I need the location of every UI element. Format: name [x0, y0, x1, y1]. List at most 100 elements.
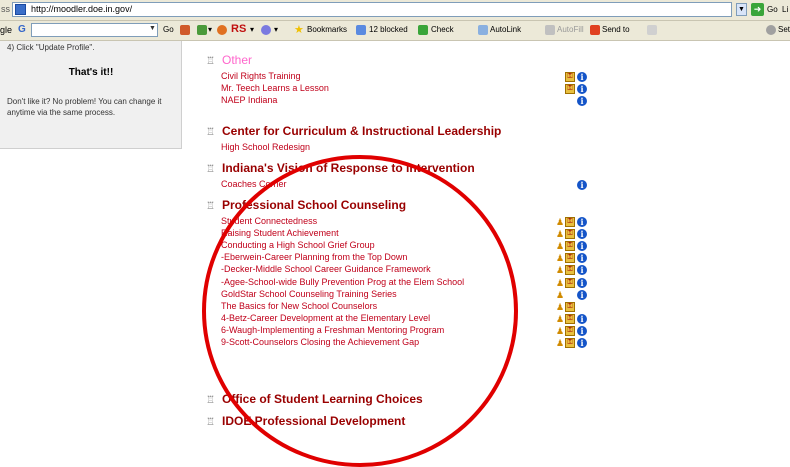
info-icon[interactable]: i — [577, 253, 587, 264]
course-link[interactable]: Civil Rights Training — [221, 71, 301, 81]
toolbar-logo-text: gle — [0, 25, 13, 35]
category-folder-icon: ♖ — [206, 164, 215, 175]
info-icon[interactable]: i — [577, 265, 587, 276]
category-label[interactable]: Other — [222, 53, 252, 67]
category-folder-icon: ♖ — [206, 56, 215, 67]
guest-access-icon: ♟ — [556, 301, 565, 312]
google-g-icon[interactable]: G — [18, 24, 26, 35]
enrolment-key-icon: ⚿ — [565, 84, 575, 95]
info-icon[interactable]: i — [577, 325, 587, 336]
info-icon[interactable]: i — [577, 84, 587, 95]
enrolment-key-icon: ⚿ — [565, 325, 575, 336]
category-folder-icon: ♖ — [206, 201, 215, 212]
spin-icon[interactable] — [217, 25, 227, 35]
bookmarks-button[interactable]: Bookmarks — [307, 25, 347, 34]
info-icon[interactable]: i — [577, 313, 587, 324]
guest-access-icon: ♟ — [556, 313, 565, 324]
popup-blocker-icon[interactable] — [356, 25, 366, 35]
info-icon[interactable]: i — [577, 241, 587, 252]
links-label[interactable]: Li — [782, 5, 788, 14]
info-icon[interactable]: i — [577, 72, 587, 82]
address-dropdown-button[interactable]: ▼ — [736, 3, 747, 16]
guest-access-icon: ♟ — [556, 241, 565, 252]
course-link[interactable]: -Decker-Middle School Career Guidance Fr… — [221, 264, 431, 274]
enrolment-key-icon: ⚿ — [565, 229, 575, 240]
category-indiana-s-vision-of-response-to-intervention[interactable]: ♖ Indiana's Vision of Response to Interve… — [206, 161, 475, 175]
course-link[interactable]: GoldStar School Counseling Training Seri… — [221, 289, 397, 299]
guest-access-icon: ♟ — [556, 325, 565, 336]
enrolment-key-icon: ⚿ — [565, 265, 575, 276]
autofill-button[interactable]: AutoFill — [557, 25, 584, 34]
pencil-icon[interactable] — [647, 25, 657, 35]
google-toolbar: gle G ▼ Go ▾ RS ▾ ▾ ★ Bookmarks 12 block… — [0, 21, 790, 41]
course-link[interactable]: Student Connectedness — [221, 216, 317, 226]
category-other[interactable]: ♖ Other — [206, 53, 252, 67]
settings-icon[interactable] — [766, 25, 776, 35]
settings-button[interactable]: Sett — [778, 25, 790, 34]
guest-access-icon: ♟ — [556, 277, 565, 288]
page-icon — [15, 4, 26, 15]
autolink-button[interactable]: AutoLink — [490, 25, 521, 34]
enrolment-key-icon: ⚿ — [565, 241, 575, 252]
toolbar-search-input[interactable] — [31, 23, 158, 37]
address-label: ss — [1, 4, 10, 14]
course-link[interactable]: 6-Waugh-Implementing a Freshman Mentorin… — [221, 325, 444, 335]
course-link[interactable]: Conducting a High School Grief Group — [221, 240, 375, 250]
enrolment-key-icon: ⚿ — [565, 72, 575, 82]
category-center-for-curriculum-instructional-leadership[interactable]: ♖ Center for Curriculum & Instructional L… — [206, 124, 501, 138]
info-icon[interactable]: i — [577, 180, 587, 190]
bookmark-star-icon[interactable]: ★ — [294, 23, 304, 36]
pagerank-icon[interactable] — [180, 25, 190, 35]
info-icon[interactable]: i — [577, 229, 587, 240]
category-label[interactable]: Indiana's Vision of Response to Interven… — [222, 161, 475, 175]
sidebar-note: Don't like it? No problem! You can chang… — [7, 97, 162, 117]
autolink-icon[interactable] — [478, 25, 488, 35]
category-label[interactable]: Professional School Counseling — [222, 198, 406, 212]
go-arrow-icon[interactable]: ➜ — [751, 3, 764, 16]
address-url: http://moodler.doe.in.gov/ — [31, 4, 133, 14]
rs-dropdown-icon[interactable]: ▾ — [250, 25, 254, 34]
autofill-icon[interactable] — [545, 25, 555, 35]
info-icon[interactable]: i — [577, 277, 587, 288]
info-icon[interactable]: i — [577, 338, 587, 348]
course-link[interactable]: 4-Betz-Career Development at the Element… — [221, 313, 430, 323]
news-dropdown-icon[interactable]: ▾ — [208, 25, 212, 34]
course-link[interactable]: Coaches Corner — [221, 179, 287, 189]
guest-access-icon: ♟ — [556, 338, 565, 348]
sendto-button[interactable]: Send to — [602, 25, 630, 34]
news-icon[interactable] — [197, 25, 207, 35]
course-link[interactable]: -Agee-School-wide Bully Prevention Prog … — [221, 277, 464, 287]
sidebar-help-block: 4) Click "Update Profile". That's it!! D… — [0, 41, 182, 149]
address-input[interactable]: http://moodler.doe.in.gov/ — [12, 2, 732, 17]
popup-dropdown-icon[interactable]: ▾ — [274, 25, 278, 34]
category-idoe-professional-development[interactable]: ♖ IDOE Professional Development — [206, 414, 405, 428]
category-office-of-student-learning-choices[interactable]: ♖ Office of Student Learning Choices — [206, 392, 423, 406]
enrolment-key-icon: ⚿ — [565, 253, 575, 264]
category-folder-icon: ♖ — [206, 395, 215, 406]
info-icon[interactable]: i — [577, 289, 587, 300]
course-link[interactable]: -Eberwein-Career Planning from the Top D… — [221, 252, 407, 262]
search-dropdown-icon[interactable]: ▼ — [149, 25, 156, 32]
course-link[interactable]: The Basics for New School Counselors — [221, 301, 377, 311]
course-link[interactable]: Raising Student Achievement — [221, 228, 339, 238]
spellcheck-icon[interactable] — [418, 25, 428, 35]
rs-button[interactable]: RS — [231, 23, 246, 35]
category-professional-school-counseling[interactable]: ♖ Professional School Counseling — [206, 198, 406, 212]
info-icon[interactable]: i — [577, 217, 587, 227]
category-label[interactable]: IDOE Professional Development — [222, 414, 405, 428]
course-link[interactable]: NAEP Indiana — [221, 95, 277, 105]
go-button[interactable]: Go — [767, 5, 778, 14]
sendto-icon[interactable] — [590, 25, 600, 35]
guest-access-icon: ♟ — [556, 217, 565, 227]
course-link[interactable]: High School Redesign — [221, 142, 310, 152]
info-icon[interactable]: i — [577, 96, 587, 107]
blocked-count[interactable]: 12 blocked — [369, 25, 408, 34]
course-link[interactable]: Mr. Teech Learns a Lesson — [221, 83, 329, 93]
category-label[interactable]: Center for Curriculum & Instructional Le… — [222, 124, 501, 138]
popup-icon[interactable] — [261, 25, 271, 35]
toolbar-go-button[interactable]: Go — [163, 25, 174, 34]
check-button[interactable]: Check — [431, 25, 454, 34]
course-link[interactable]: 9-Scott-Counselors Closing the Achieveme… — [221, 337, 419, 347]
sidebar-title: That's it!! — [68, 67, 114, 78]
category-label[interactable]: Office of Student Learning Choices — [222, 392, 423, 406]
